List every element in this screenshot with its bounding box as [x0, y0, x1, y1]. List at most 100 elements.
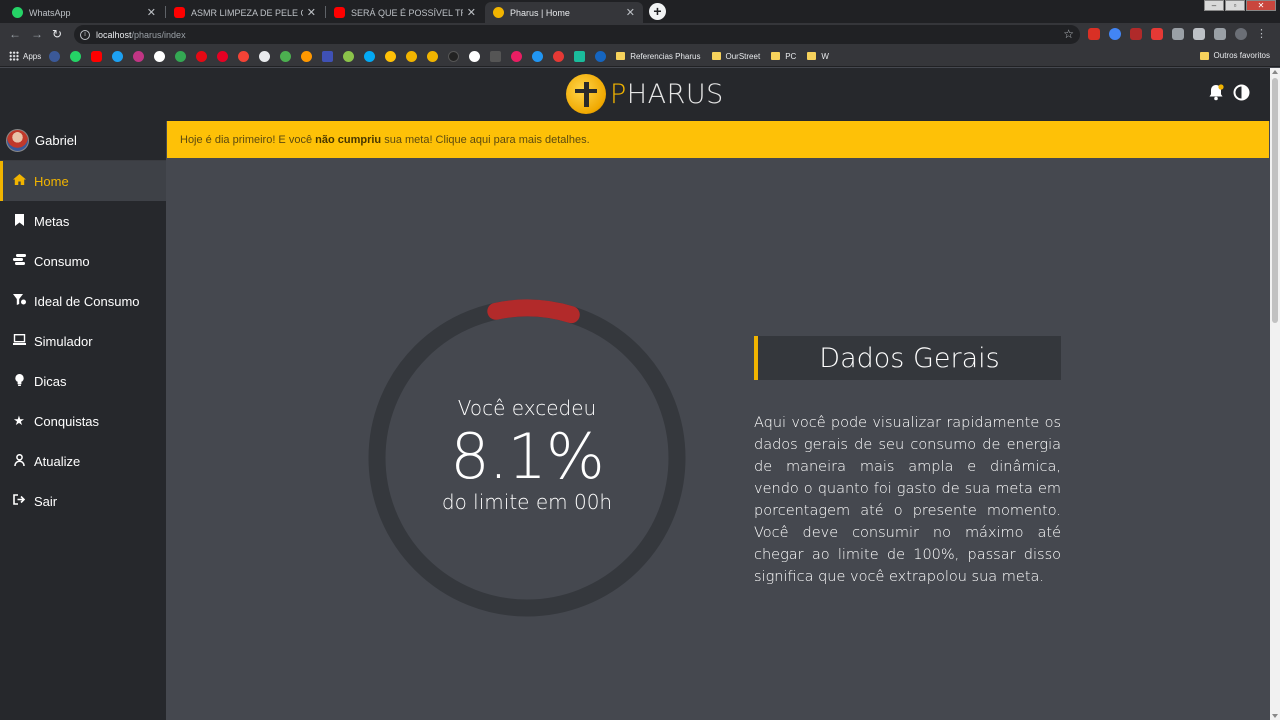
star-icon: ★ — [13, 413, 25, 428]
back-arrow-icon[interactable]: ← — [9, 27, 21, 41]
bookmark-icon[interactable] — [406, 50, 418, 62]
drive-bookmark-icon[interactable] — [175, 50, 187, 62]
close-icon[interactable]: ✕ — [307, 6, 316, 19]
other-bookmarks[interactable]: Outros favoritos — [1199, 51, 1270, 60]
brand-name: PHARUS — [610, 79, 724, 110]
browser-menu-icon[interactable]: ⋮ — [1256, 27, 1267, 40]
twitter-bookmark-icon[interactable] — [112, 50, 124, 62]
folder-icon — [616, 52, 626, 60]
translate-extension-icon[interactable] — [1109, 27, 1121, 40]
browser-tab-whatsapp[interactable]: WhatsApp ✕ — [4, 2, 164, 23]
sidebar-item-simulador[interactable]: Simulador — [0, 321, 166, 361]
bookmark-icon[interactable] — [532, 50, 544, 62]
profile-avatar-icon[interactable] — [1235, 27, 1247, 40]
bookmark-icon[interactable] — [238, 50, 250, 62]
forward-arrow-icon[interactable]: → — [31, 27, 43, 41]
google-bookmark-icon[interactable] — [154, 50, 166, 62]
sidebar-item-home[interactable]: Home — [0, 161, 166, 201]
bookmark-icon[interactable] — [574, 50, 586, 62]
bookmark-icon[interactable] — [301, 50, 313, 62]
reading-list-icon[interactable] — [1214, 27, 1226, 40]
pharus-logo[interactable]: PHARUS — [566, 74, 724, 114]
whatsapp-bookmark-icon[interactable] — [70, 50, 82, 62]
bookmark-folder[interactable]: PC — [771, 52, 796, 61]
bookmark-icon[interactable] — [469, 50, 481, 62]
pharus-icon — [493, 7, 504, 18]
new-tab-button[interactable]: + — [649, 3, 666, 20]
bookmark-icon[interactable] — [448, 50, 460, 62]
sidebar-item-label: Consumo — [34, 253, 90, 269]
netflix-bookmark-icon[interactable] — [196, 50, 208, 62]
minimize-button[interactable]: – — [1204, 0, 1224, 11]
bookmark-icon[interactable] — [280, 50, 292, 62]
bookmark-icon[interactable] — [595, 50, 607, 62]
brand-first-letter: P — [610, 78, 627, 110]
lightbulb-icon — [12, 373, 26, 389]
close-icon[interactable]: ✕ — [147, 6, 156, 19]
sidebar-item-atualize[interactable]: Atualize — [0, 441, 166, 481]
alert-text-suffix: sua meta! Clique aqui para mais detalhes… — [381, 133, 590, 146]
sidebar: Gabriel Home Metas Consumo Ideal de Cons… — [0, 121, 166, 720]
extension-icon[interactable] — [1088, 27, 1100, 40]
browser-tab-strip: WhatsApp ✕ ASMR LIMPEZA DE PELE COM VO ✕… — [0, 0, 1280, 23]
pinterest-bookmark-icon[interactable] — [217, 50, 229, 62]
section-description: Aqui você pode visualizar rapidamente os… — [754, 415, 1061, 585]
youtube-extension-icon[interactable] — [1151, 27, 1163, 40]
bookmark-icon[interactable] — [364, 50, 376, 62]
bookmark-icon[interactable] — [490, 50, 502, 62]
browser-tab-youtube-1[interactable]: ASMR LIMPEZA DE PELE COM VO ✕ — [166, 2, 324, 23]
bookmark-icon[interactable] — [343, 50, 355, 62]
user-profile[interactable]: Gabriel — [0, 121, 166, 161]
scrollbar-thumb[interactable] — [1272, 78, 1278, 323]
tab-title: WhatsApp — [29, 7, 71, 18]
close-icon[interactable]: ✕ — [626, 6, 635, 19]
bookmarks-bar: Apps Referencias Pharus OurStreet PC W O… — [0, 46, 1280, 67]
close-icon[interactable]: ✕ — [467, 6, 476, 19]
sidebar-item-sair[interactable]: Sair — [0, 481, 166, 521]
sidebar-item-conquistas[interactable]: ★ Conquistas — [0, 401, 166, 441]
page-scrollbar[interactable] — [1270, 68, 1280, 720]
bookmark-folder[interactable]: Referencias Pharus — [616, 51, 701, 61]
bookmark-icon[interactable] — [322, 50, 334, 62]
bookmark-icon[interactable] — [427, 50, 439, 62]
reload-icon[interactable]: ↻ — [52, 27, 62, 41]
browser-tab-youtube-2[interactable]: SERÁ QUE É POSSÍVEL TRANSFO ✕ — [326, 2, 484, 23]
facebook-bookmark-icon[interactable] — [49, 50, 61, 62]
bookmark-star-icon[interactable]: ☆ — [1063, 27, 1074, 41]
folder-label: Referencias Pharus — [630, 51, 701, 61]
bookmark-icon[interactable] — [511, 50, 523, 62]
sidebar-item-consumo[interactable]: Consumo — [0, 241, 166, 281]
instagram-bookmark-icon[interactable] — [133, 50, 145, 62]
folder-icon — [807, 52, 817, 60]
maximize-button[interactable]: ▫ — [1225, 0, 1245, 11]
sidebar-item-ideal-de-consumo[interactable]: Ideal de Consumo — [0, 281, 166, 321]
youtube-icon — [334, 7, 345, 18]
extension-icon[interactable] — [1172, 27, 1184, 40]
goal-alert-banner[interactable]: Hoje é dia primeiro! E você não cumpriu … — [167, 121, 1269, 158]
sidebar-item-dicas[interactable]: Dicas — [0, 361, 166, 401]
bookmark-icon[interactable] — [259, 50, 271, 62]
bookmark-icon[interactable] — [553, 50, 565, 62]
browser-tab-pharus[interactable]: Pharus | Home ✕ — [485, 2, 643, 23]
theme-toggle-icon[interactable] — [1233, 84, 1250, 106]
bookmark-icon[interactable] — [385, 50, 397, 62]
youtube-bookmark-icon[interactable] — [91, 50, 103, 62]
sidebar-item-label: Atualize — [34, 453, 81, 469]
address-bar[interactable]: i localhost /pharus/index ☆ — [74, 25, 1080, 44]
sidebar-item-metas[interactable]: Metas — [0, 201, 166, 241]
scroll-up-arrow-icon[interactable] — [1272, 70, 1278, 74]
bell-notification-icon[interactable] — [1208, 84, 1224, 106]
window-close-button[interactable]: ✕ — [1246, 0, 1276, 11]
scroll-down-arrow-icon[interactable] — [1272, 714, 1278, 718]
folder-icon — [1199, 51, 1209, 60]
window-controls: – ▫ ✕ — [1203, 0, 1276, 11]
puzzle-extensions-icon[interactable] — [1193, 27, 1205, 40]
bookmark-apps[interactable]: Apps — [9, 51, 41, 61]
pdf-extension-icon[interactable] — [1130, 27, 1142, 40]
bookmark-folder[interactable]: W — [807, 52, 829, 61]
filter-icon — [12, 294, 26, 308]
site-info-icon[interactable]: i — [80, 29, 90, 40]
sidebar-item-label: Ideal de Consumo — [34, 293, 140, 309]
bookmark-folder[interactable]: OurStreet — [711, 52, 760, 61]
alert-text-bold: não cumpriu — [315, 133, 382, 146]
